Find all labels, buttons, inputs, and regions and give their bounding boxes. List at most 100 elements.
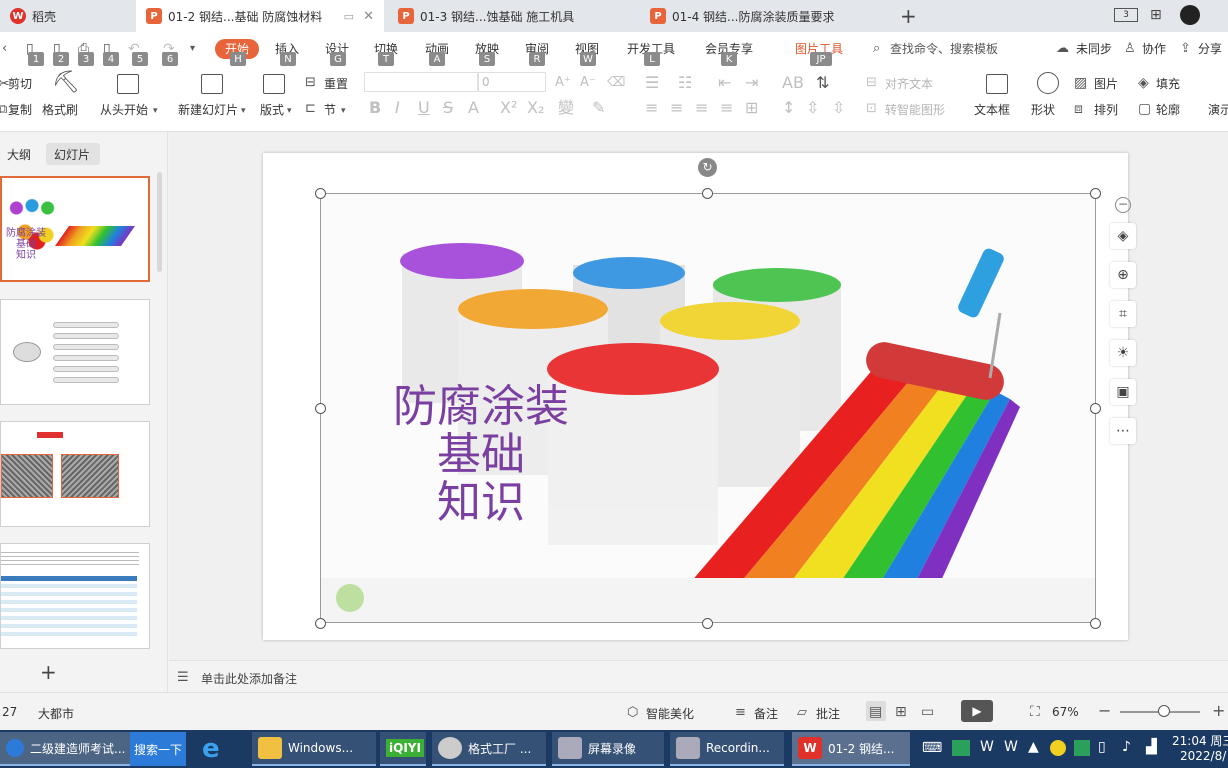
layout-button[interactable]: 版式 [260,101,284,118]
current-slide[interactable]: 防腐涂装 基础 知识 [263,153,1128,640]
tray-app-icon[interactable] [952,740,970,756]
increase-indent-icon[interactable]: ⇥ [745,75,758,91]
bold-icon[interactable]: B [369,100,381,116]
zoom-in-icon[interactable]: + [1212,703,1225,719]
smart-beautify-button[interactable]: 智能美化 [646,705,694,722]
collab-button[interactable]: 协作 [1142,40,1166,57]
italic-icon[interactable]: I [395,100,400,116]
wps-tray-icon[interactable]: W [1004,739,1018,755]
superscript-icon[interactable]: X² [500,100,517,116]
network-icon[interactable]: ▟ [1146,739,1157,755]
clock-date[interactable]: 2022/8/ [1180,749,1226,763]
underline-icon[interactable]: U [418,100,430,116]
reading-view-icon[interactable]: ▭ [921,704,934,720]
slide-thumbnail-2[interactable] [0,299,150,405]
highlight-icon[interactable]: ✎ [592,100,605,116]
subscript-icon[interactable]: X₂ [527,100,544,116]
tray-app-icon[interactable] [1074,740,1090,756]
notes-pane[interactable]: ☰ 单击此处添加备注 [169,660,1228,692]
rotate-handle-icon[interactable]: ↻ [698,158,717,177]
taskbar-item-explorer[interactable]: Windows... [252,732,376,766]
arrange-button[interactable]: 排列 [1094,101,1118,118]
format-painter-button[interactable]: 格式刷 [42,101,78,118]
from-start-button[interactable]: 从头开始 [100,101,148,118]
clear-format-icon[interactable]: ⌫ [607,75,625,91]
taskbar-item-recording[interactable]: Recordin... [670,732,784,766]
more-quick-access-icon[interactable]: ▾ [190,41,195,57]
new-slide-button[interactable]: 新建幻灯片 [178,101,238,118]
play-slideshow-icon[interactable]: ▶ [961,700,993,722]
font-size-select[interactable]: 0 [478,72,546,92]
present-button[interactable]: 演示 [1208,101,1228,118]
tab-doc-01-3[interactable]: P 01-3 钢结...蚀基础 施工机具 [388,0,638,32]
fill-button[interactable]: 填充 [1156,75,1180,92]
tab-doc-01-4[interactable]: P 01-4 钢结...防腐涂装质量要求 [640,0,892,32]
panel-scrollbar[interactable] [157,172,162,272]
zoom-out-icon[interactable]: − [1098,703,1111,719]
picture-button[interactable]: 图片 [1094,75,1118,92]
close-icon[interactable]: ✕ [363,9,374,24]
align-center-icon[interactable]: ≡ [670,100,683,116]
clock-time[interactable]: 21:04 周三 [1172,732,1228,749]
notes-placeholder[interactable]: 单击此处添加备注 [201,670,297,687]
bell-icon[interactable]: ▲ [1028,739,1039,755]
picture-edit-icon[interactable]: ▣ [1110,379,1136,405]
smart-graphic-button[interactable]: 转智能图形 [885,101,945,118]
textbox-button[interactable]: 文本框 [974,101,1010,118]
more-options-icon[interactable]: ⋯ [1110,418,1136,444]
taskbar-item-exam[interactable]: 二级建造师考试... [0,732,130,766]
comments-button[interactable]: 批注 [816,705,840,722]
grow-font-icon[interactable]: A⁺ [555,75,571,91]
tab-slides[interactable]: 幻灯片 [54,146,90,163]
justify-icon[interactable]: ≡ [720,100,733,116]
notes-toggle-button[interactable]: 备注 [754,705,778,722]
taskbar-item-ie[interactable]: e [196,732,246,766]
grid-apps-icon[interactable]: ⊞ [1150,7,1162,23]
resize-handle[interactable] [315,403,326,414]
cut-button[interactable]: 剪切 [8,75,32,92]
battery-icon[interactable]: ▯ [1098,739,1106,755]
normal-view-icon[interactable]: ▤ [869,704,882,720]
taskbar-item-iqiyi[interactable]: iQIYI [380,732,426,766]
window-layout-icon[interactable]: 3 [1114,8,1138,22]
fit-window-icon[interactable]: ⛶ [1030,704,1040,720]
resize-handle[interactable] [1090,403,1101,414]
strikethrough-icon[interactable]: S [443,100,453,116]
add-slide-button[interactable]: + [40,660,57,684]
align-left-icon[interactable]: ≡ [645,100,658,116]
layers-icon[interactable]: ◈ [1110,223,1136,249]
distribute-icon[interactable]: ⊞ [745,100,758,116]
tray-app-icon[interactable] [1050,740,1066,756]
resize-handle[interactable] [1090,188,1101,199]
pin-icon[interactable]: ▭ [344,10,354,23]
shrink-font-icon[interactable]: A⁻ [580,75,596,91]
share-button[interactable]: 分享 [1198,40,1222,57]
copy-button[interactable]: 复制 [8,101,32,118]
tab-doc-01-2[interactable]: P 01-2 钢结...基础 防腐蚀材料 ▭ ✕ [136,0,384,32]
keyboard-icon[interactable]: ⌨ [922,740,942,756]
resize-handle[interactable] [702,188,713,199]
tab-daoke[interactable]: W 稻壳 [0,0,134,32]
lightbulb-icon[interactable]: ☀ [1110,340,1136,366]
slide-thumbnail-3[interactable] [0,421,150,527]
para-spacing-icon[interactable]: ⇳ [832,100,845,116]
font-color-icon[interactable]: A [468,100,479,116]
line-spacing-icon[interactable]: ↕ [782,100,795,116]
phonetic-icon[interactable]: 變 [558,100,574,116]
command-search-input[interactable]: 查找命令、搜索模板 [890,40,998,57]
sorter-view-icon[interactable]: ⊞ [895,704,907,720]
slide-thumbnail-1[interactable]: 防腐涂装 基础 知识 [0,176,150,282]
slide-title[interactable]: 防腐涂装 基础 知识 [381,383,581,527]
speaker-icon[interactable]: ♪ [1122,739,1131,755]
unsync-button[interactable]: 未同步 [1076,40,1112,57]
bullet-list-icon[interactable]: ☰ [645,75,659,91]
reset-button[interactable]: 重置 [324,75,348,92]
resize-handle[interactable] [1090,618,1101,629]
para-spacing-icon[interactable]: ⇳ [806,100,819,116]
outline-button[interactable]: 轮廓 [1156,101,1180,118]
theme-name[interactable]: 大都市 [38,705,74,722]
crop-icon[interactable]: ⌗ [1110,301,1136,327]
taskbar-search-button[interactable]: 搜索一下 [130,732,186,766]
zoom-in-icon[interactable]: ⊕ [1110,262,1136,288]
sort-icon[interactable]: ⇅ [816,75,829,91]
